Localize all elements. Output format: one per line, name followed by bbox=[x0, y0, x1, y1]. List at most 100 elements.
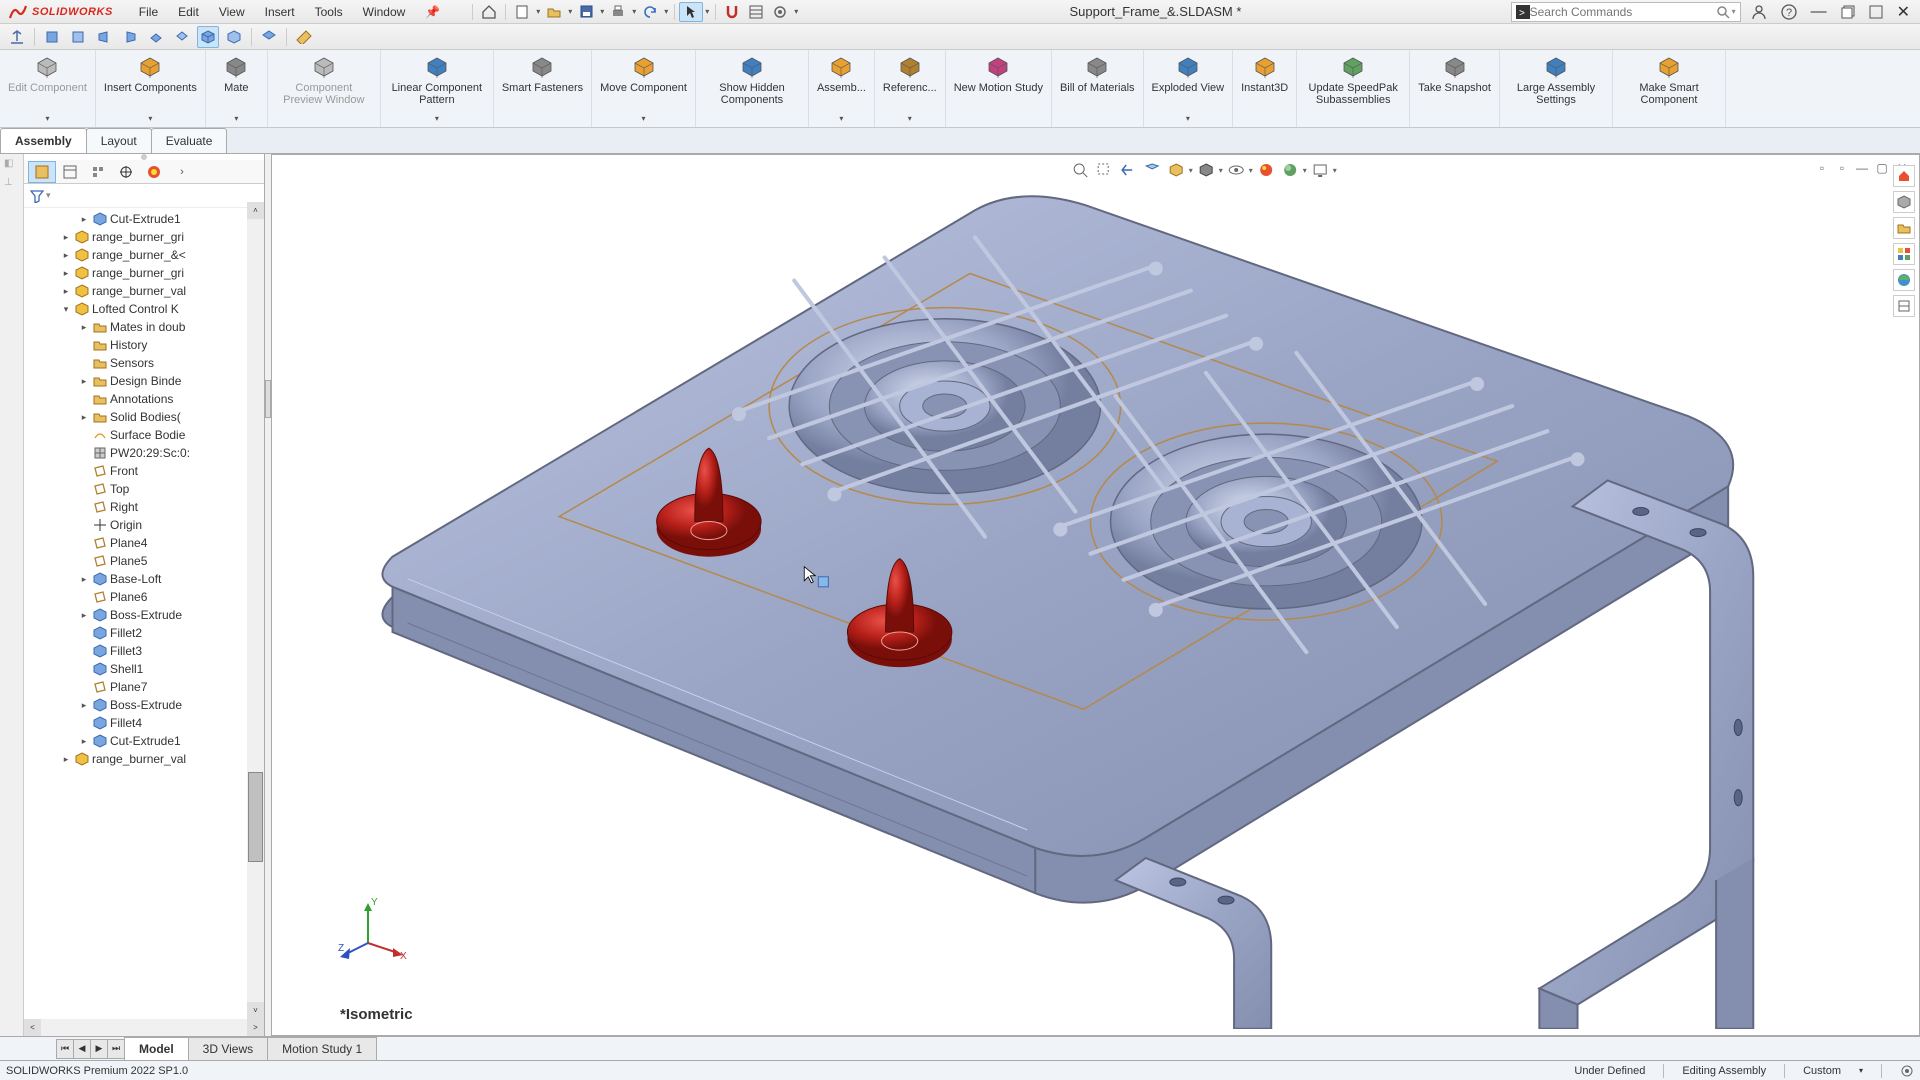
ribbon-instant3d[interactable]: Instant3D bbox=[1233, 50, 1297, 127]
expand-toggle[interactable]: ▸ bbox=[78, 412, 90, 423]
tree-item[interactable]: History bbox=[24, 336, 264, 354]
exploded-dropdown[interactable]: ▾ bbox=[1186, 114, 1190, 123]
save-dropdown[interactable]: ▾ bbox=[598, 7, 606, 16]
tree-item[interactable]: ▸ Solid Bodies( bbox=[24, 408, 264, 426]
expand-toggle[interactable]: ▸ bbox=[60, 286, 72, 297]
graphics-viewport[interactable]: ▾ ▾ ▾ ▾ ▾ ▫ ▫ — ▢ ✕ bbox=[271, 154, 1920, 1036]
tree-item[interactable]: Top bbox=[24, 480, 264, 498]
view-back-icon[interactable] bbox=[67, 26, 89, 48]
search-dropdown[interactable]: ▾ bbox=[1732, 7, 1736, 16]
expand-toggle[interactable]: ▸ bbox=[78, 736, 90, 747]
measure-icon[interactable] bbox=[293, 26, 315, 48]
view-top-icon[interactable] bbox=[145, 26, 167, 48]
expand-toggle[interactable]: ▾ bbox=[60, 304, 72, 315]
print-icon[interactable] bbox=[606, 2, 630, 22]
ribbon-show-hidden[interactable]: Show Hidden Components bbox=[696, 50, 809, 127]
expand-toggle[interactable]: ▸ bbox=[60, 232, 72, 243]
save-icon[interactable] bbox=[574, 2, 598, 22]
ribbon-reference-geom[interactable]: Referenc...▾ bbox=[875, 50, 946, 127]
doc-tab-layout[interactable]: Layout bbox=[86, 128, 152, 153]
more-tabs[interactable]: › bbox=[168, 161, 196, 183]
tree-item[interactable]: ▸ Boss-Extrude bbox=[24, 606, 264, 624]
search-input[interactable] bbox=[1530, 5, 1716, 19]
tree-item[interactable]: Surface Bodie bbox=[24, 426, 264, 444]
bottom-tab-motion-study-1[interactable]: Motion Study 1 bbox=[267, 1037, 377, 1061]
menu-view[interactable]: View bbox=[209, 1, 255, 23]
ribbon-speedpak[interactable]: Update SpeedPak Subassemblies bbox=[1297, 50, 1410, 127]
ribbon-exploded[interactable]: Exploded View▾ bbox=[1144, 50, 1234, 127]
view-trimetric-icon[interactable] bbox=[223, 26, 245, 48]
insert-components-dropdown[interactable]: ▾ bbox=[148, 114, 152, 123]
property-manager-tab[interactable] bbox=[56, 161, 84, 183]
close-button[interactable]: ✕ bbox=[1897, 2, 1910, 22]
view-front-icon[interactable] bbox=[41, 26, 63, 48]
tree-item[interactable]: Right bbox=[24, 498, 264, 516]
tree-item[interactable]: ▸ Cut-Extrude1 bbox=[24, 210, 264, 228]
tree-item[interactable]: Sensors bbox=[24, 354, 264, 372]
tree-item[interactable]: ▸ range_burner_val bbox=[24, 282, 264, 300]
tree-item[interactable]: ▸ range_burner_gri bbox=[24, 228, 264, 246]
ribbon-bom[interactable]: Bill of Materials bbox=[1052, 50, 1144, 127]
restore-button[interactable] bbox=[1841, 5, 1855, 19]
doc-tab-evaluate[interactable]: Evaluate bbox=[151, 128, 228, 153]
print-dropdown[interactable]: ▾ bbox=[630, 7, 638, 16]
reference-geom-dropdown[interactable]: ▾ bbox=[908, 114, 912, 123]
undo-dropdown[interactable]: ▾ bbox=[662, 7, 670, 16]
menu-window[interactable]: Window bbox=[353, 1, 416, 23]
select-dropdown[interactable]: ▾ bbox=[703, 7, 711, 16]
pin-icon[interactable]: 📌 bbox=[415, 1, 450, 23]
orientation-triad[interactable]: Y X Z bbox=[338, 893, 408, 963]
new-icon[interactable] bbox=[510, 2, 534, 22]
tree-item[interactable]: ▸ range_burner_val bbox=[24, 750, 264, 768]
tab-last[interactable]: ⏭ bbox=[107, 1039, 125, 1059]
select-icon[interactable] bbox=[679, 2, 703, 22]
linear-pattern-dropdown[interactable]: ▾ bbox=[435, 114, 439, 123]
ribbon-smart-comp[interactable]: Make Smart Component bbox=[1613, 50, 1726, 127]
ribbon-move-component[interactable]: Move Component▾ bbox=[592, 50, 696, 127]
bottom-tab-3d-views[interactable]: 3D Views bbox=[188, 1037, 268, 1061]
menu-file[interactable]: File bbox=[129, 1, 168, 23]
tree-item[interactable]: Plane4 bbox=[24, 534, 264, 552]
home-icon[interactable] bbox=[477, 2, 501, 22]
scroll-right[interactable]: ˃ bbox=[247, 1019, 264, 1036]
units-dropdown[interactable]: ▾ bbox=[1859, 1066, 1863, 1075]
expand-toggle[interactable]: ▸ bbox=[78, 574, 90, 585]
tree-item[interactable]: Plane7 bbox=[24, 678, 264, 696]
expand-toggle[interactable]: ▸ bbox=[78, 376, 90, 387]
tree-item[interactable]: ▸ Cut-Extrude1 bbox=[24, 732, 264, 750]
search-icon[interactable] bbox=[1716, 5, 1730, 19]
ribbon-smart-fasteners[interactable]: Smart Fasteners bbox=[494, 50, 592, 127]
tab-next[interactable]: ▶ bbox=[90, 1039, 108, 1059]
maximize-button[interactable] bbox=[1869, 5, 1883, 19]
feature-manager-tab[interactable] bbox=[28, 161, 56, 183]
menu-insert[interactable]: Insert bbox=[255, 1, 305, 23]
tree-item[interactable]: ▸ range_burner_&< bbox=[24, 246, 264, 264]
expand-toggle[interactable]: ▸ bbox=[78, 610, 90, 621]
magnet-icon[interactable] bbox=[720, 2, 744, 22]
status-gear-icon[interactable] bbox=[1900, 1064, 1914, 1078]
expand-toggle[interactable]: ▸ bbox=[78, 700, 90, 711]
expand-toggle[interactable]: ▸ bbox=[78, 214, 90, 225]
help-icon[interactable]: ? bbox=[1781, 4, 1797, 20]
mate-dropdown[interactable]: ▾ bbox=[234, 114, 238, 123]
undo-icon[interactable] bbox=[638, 2, 662, 22]
ribbon-motion-study[interactable]: New Motion Study bbox=[946, 50, 1052, 127]
tree-item[interactable]: Annotations bbox=[24, 390, 264, 408]
scroll-down[interactable]: ˅ bbox=[247, 1002, 264, 1019]
view-left-icon[interactable] bbox=[93, 26, 115, 48]
tab-prev[interactable]: ◀ bbox=[73, 1039, 91, 1059]
ribbon-assembly-features[interactable]: Assemb...▾ bbox=[809, 50, 875, 127]
view-bottom-icon[interactable] bbox=[171, 26, 193, 48]
scroll-left[interactable]: ˂ bbox=[24, 1019, 41, 1036]
ribbon-large-asm[interactable]: Large Assembly Settings bbox=[1500, 50, 1613, 127]
tree-item[interactable]: ▸ Design Binde bbox=[24, 372, 264, 390]
view-normal-icon[interactable] bbox=[258, 26, 280, 48]
expand-toggle[interactable]: ▸ bbox=[78, 322, 90, 333]
assembly-features-dropdown[interactable]: ▾ bbox=[839, 114, 843, 123]
view-right-icon[interactable] bbox=[119, 26, 141, 48]
menu-tools[interactable]: Tools bbox=[305, 1, 353, 23]
settings-icon[interactable] bbox=[768, 2, 792, 22]
tree-item[interactable]: ▾ Lofted Control K bbox=[24, 300, 264, 318]
dimxpert-tab[interactable] bbox=[112, 161, 140, 183]
expand-toggle[interactable]: ▸ bbox=[60, 268, 72, 279]
